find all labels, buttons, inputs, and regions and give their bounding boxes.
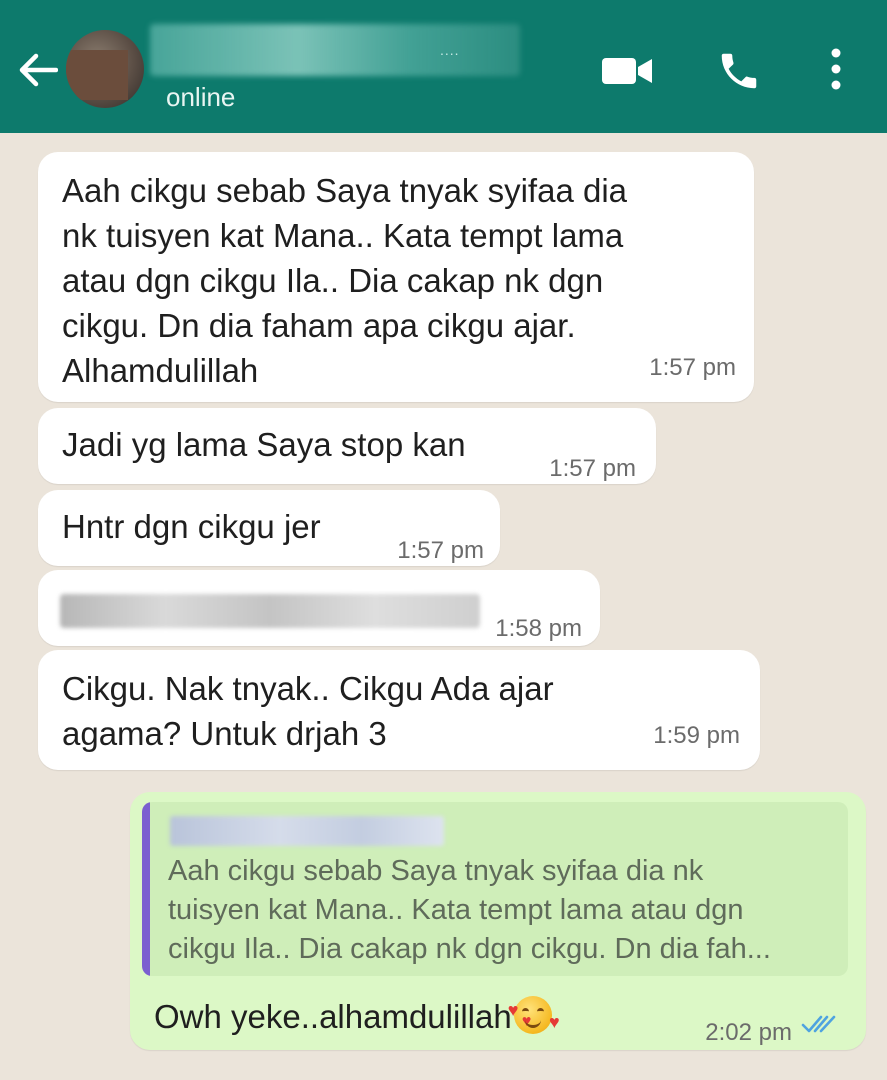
incoming-message[interactable]: Aah cikgu sebab Saya tnyak syifaa dia nk…	[38, 152, 754, 402]
redacted-message-text	[60, 594, 480, 628]
redaction-mark: ....	[440, 42, 460, 58]
message-text: Hntr dgn cikgu jer	[62, 508, 321, 545]
incoming-message[interactable]: Jadi yg lama Saya stop kan 1:57 pm	[38, 408, 656, 484]
incoming-message-redacted[interactable]: 1:58 pm	[38, 570, 600, 646]
message-text: Cikgu. Nak tnyak.. Cikgu Ada ajar agama?…	[62, 670, 554, 752]
quote-accent-bar	[142, 802, 150, 976]
double-tick-icon	[801, 1015, 836, 1033]
incoming-message[interactable]: Cikgu. Nak tnyak.. Cikgu Ada ajar agama?…	[38, 650, 760, 770]
message-text: Aah cikgu sebab Saya tnyak syifaa dia nk…	[62, 172, 628, 389]
phone-icon[interactable]	[716, 48, 762, 94]
incoming-message[interactable]: Hntr dgn cikgu jer 1:57 pm	[38, 490, 500, 566]
back-arrow-icon[interactable]	[18, 52, 58, 88]
message-time: 2:02 pm	[705, 1019, 792, 1046]
smiling-face-with-hearts-emoji: ♥ ♥ ♥	[508, 996, 560, 1035]
quoted-sender-redacted	[170, 816, 444, 846]
message-text: Jadi yg lama Saya stop kan	[62, 426, 466, 463]
message-time: 1:57 pm	[549, 455, 636, 482]
outgoing-message[interactable]: Aah cikgu sebab Saya tnyak syifaa dia nk…	[130, 792, 866, 1050]
chat-header: .... online	[0, 0, 887, 133]
message-text-row: Owh yeke..alhamdulillah ♥ ♥ ♥	[154, 994, 560, 1039]
message-time: 1:58 pm	[495, 615, 582, 642]
message-time: 1:57 pm	[397, 537, 484, 564]
video-call-icon[interactable]	[600, 54, 654, 88]
message-time: 1:59 pm	[653, 722, 740, 749]
message-text: Owh yeke..alhamdulillah	[154, 998, 512, 1035]
avatar[interactable]	[66, 30, 144, 108]
online-status: online	[166, 82, 236, 112]
contact-name-redacted[interactable]	[150, 24, 520, 76]
more-vert-icon[interactable]	[826, 46, 846, 92]
quoted-text: Aah cikgu sebab Saya tnyak syifaa dia nk…	[168, 855, 771, 965]
quoted-message[interactable]: Aah cikgu sebab Saya tnyak syifaa dia nk…	[142, 802, 848, 976]
message-time: 1:57 pm	[649, 354, 736, 381]
